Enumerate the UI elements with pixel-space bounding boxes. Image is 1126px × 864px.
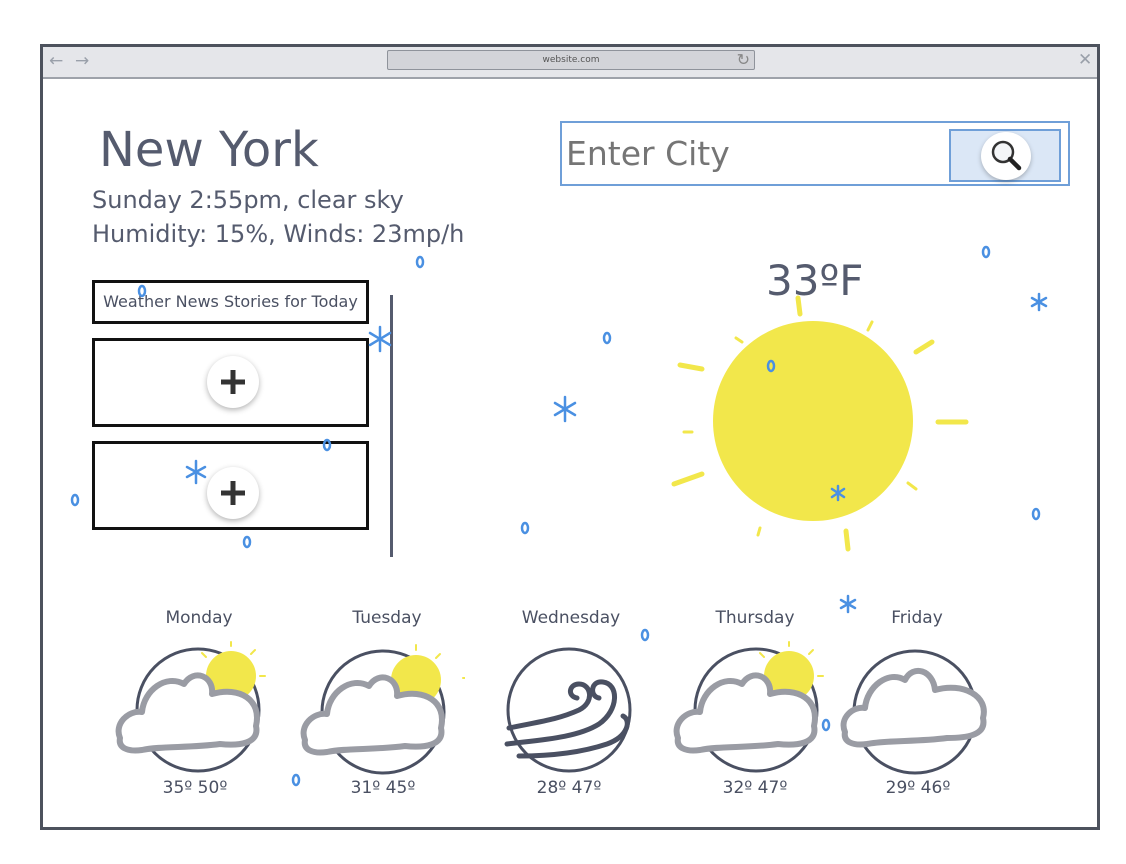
forecast-day-label: Tuesday: [352, 608, 422, 628]
forward-arrow-icon[interactable]: →: [75, 51, 89, 71]
news-panel-title: Weather News Stories for Today: [92, 280, 369, 324]
forecast-day-label: Friday: [891, 608, 943, 628]
wind-icon: [504, 647, 632, 773]
partly-cloudy-icon: [115, 641, 266, 773]
forecast-day-label: Wednesday: [521, 608, 621, 628]
back-arrow-icon[interactable]: ←: [49, 51, 63, 71]
forecast-temps: 28º 47º: [536, 778, 602, 798]
add-story-button[interactable]: [207, 467, 259, 519]
news-scrollbar[interactable]: [390, 295, 393, 557]
forecast-day-label: Thursday: [715, 608, 795, 628]
news-story-slot: [92, 338, 369, 427]
forecast-day-label: Monday: [165, 608, 233, 628]
humidity-wind-text: Humidity: 15%, Winds: 23mp/h: [92, 220, 465, 248]
magnifier-icon: [991, 140, 1022, 171]
address-bar[interactable]: website.com ↻: [387, 50, 755, 70]
forecast-temps: 31º 45º: [350, 778, 416, 798]
reload-icon[interactable]: ↻: [737, 51, 750, 69]
city-search: [560, 121, 1070, 186]
conditions-text: Sunday 2:55pm, clear sky: [92, 186, 404, 214]
browser-toolbar: ← → website.com ↻ ✕: [43, 47, 1097, 79]
address-bar-url: website.com: [542, 55, 600, 65]
partly-cloudy-icon: [673, 641, 824, 773]
sun-icon: [671, 295, 969, 552]
news-story-slot: [92, 441, 369, 530]
search-button[interactable]: [949, 129, 1061, 182]
close-icon[interactable]: ✕: [1078, 50, 1092, 70]
partly-cloudy-icon: [300, 644, 465, 775]
city-search-input[interactable]: [566, 129, 936, 177]
forecast-temps: 35º 50º: [162, 778, 228, 798]
search-button-circle: [981, 132, 1031, 180]
forecast-temps: 32º 47º: [722, 778, 788, 798]
cloudy-icon: [840, 649, 987, 775]
add-story-button[interactable]: [207, 356, 259, 408]
city-name: New York: [99, 122, 319, 178]
forecast-temps: 29º 46º: [885, 778, 951, 798]
